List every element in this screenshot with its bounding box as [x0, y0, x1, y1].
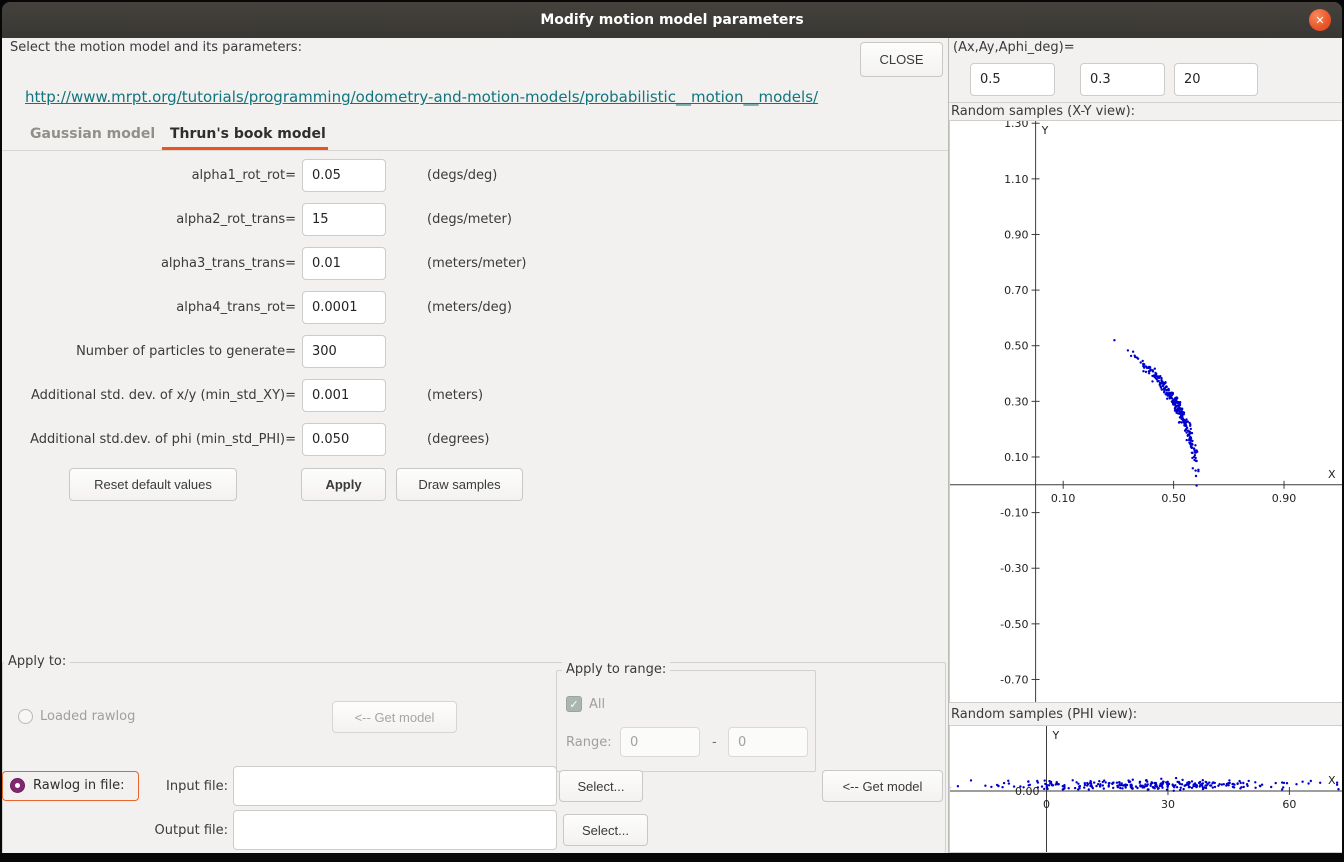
param-unit: (meters) — [427, 388, 483, 403]
x-tick-label: 60 — [1282, 798, 1296, 811]
param-label: Additional std. dev. of x/y (min_std_XY)… — [2, 388, 296, 403]
param-label: alpha1_rot_rot= — [2, 168, 296, 183]
apply-button[interactable]: Apply — [301, 468, 386, 501]
xy-plot-title: Random samples (X-Y view): — [951, 104, 1135, 120]
x-tick-label: 0.10 — [1051, 492, 1076, 505]
alpha4-input[interactable] — [302, 291, 386, 324]
tabbar-divider — [2, 150, 948, 151]
get-model-bottom-button[interactable]: <-- Get model — [822, 770, 943, 802]
form-row: Additional std.dev. of phi (min_std_PHI)… — [2, 423, 622, 456]
y-tick-label: 0.10 — [1004, 451, 1029, 464]
alpha1-input[interactable] — [302, 159, 386, 192]
y-tick-label: 0.30 — [1004, 395, 1029, 408]
param-label: alpha4_trans_rot= — [2, 300, 296, 315]
range-label: Range: — [566, 735, 612, 751]
y-tick-label: 0.90 — [1004, 228, 1029, 241]
x-tick-label: 0 — [1043, 798, 1050, 811]
y-tick-label: -0.70 — [1000, 673, 1028, 686]
y-tick-label: 0.50 — [1004, 340, 1029, 353]
xy-plot-canvas[interactable]: 0.10 0.50 0.90 1.30 1.10 0.90 0.70 0.50 0.30 0.10… — [949, 120, 1342, 703]
draw-samples-button[interactable]: Draw samples — [396, 468, 523, 501]
all-label: All — [589, 697, 605, 713]
pose-label: (Ax,Ay,Aphi_deg)= — [953, 40, 1075, 56]
param-unit: (degrees) — [427, 432, 489, 447]
apply-to-legend: Apply to: — [4, 654, 70, 670]
min-std-phi-input[interactable] — [302, 423, 386, 456]
param-unit: (degs/meter) — [427, 212, 512, 227]
min-std-xy-input[interactable] — [302, 379, 386, 412]
close-window-button[interactable]: ✕ — [1309, 9, 1331, 31]
output-file-label: Output file: — [132, 823, 228, 839]
y-axis-label: Y — [1041, 124, 1049, 137]
param-unit: (meters/deg) — [427, 300, 512, 315]
tutorial-link[interactable]: http://www.mrpt.org/tutorials/programmin… — [25, 88, 818, 106]
get-model-top-button[interactable]: <-- Get model — [332, 701, 457, 733]
form-row: alpha1_rot_rot= (degs/deg) — [2, 159, 622, 192]
form-row: alpha4_trans_rot= (meters/deg) — [2, 291, 622, 324]
y-axis-label: Y — [1052, 729, 1060, 742]
window-title: Modify motion model parameters — [540, 12, 803, 28]
y-tick-label: 0.00 — [1015, 785, 1040, 798]
rawlog-in-file-label: Rawlog in file: — [33, 778, 124, 794]
titlebar: Modify motion model parameters ✕ — [2, 2, 1342, 38]
close-icon: ✕ — [1315, 14, 1324, 27]
select-input-file-button[interactable]: Select... — [559, 770, 643, 802]
output-file-input[interactable] — [233, 810, 557, 850]
plot-background — [950, 121, 1342, 702]
param-label: alpha2_rot_trans= — [2, 212, 296, 227]
x-axis-label: X — [1328, 774, 1336, 787]
x-tick-label: 30 — [1161, 798, 1175, 811]
y-tick-label: 1.30 — [1004, 120, 1029, 130]
loaded-rawlog-label: Loaded rawlog — [40, 709, 135, 725]
pose-x-input[interactable] — [970, 63, 1055, 96]
param-unit: (degs/deg) — [427, 168, 497, 183]
x-tick-label: 0.50 — [1161, 492, 1186, 505]
y-tick-label: -0.30 — [1000, 562, 1028, 575]
form-row: Additional std. dev. of x/y (min_std_XY)… — [2, 379, 622, 412]
all-checkbox[interactable]: ✓ — [566, 696, 582, 712]
param-label: Number of particles to generate= — [2, 344, 296, 359]
alpha3-input[interactable] — [302, 247, 386, 280]
rawlog-in-file-radio[interactable] — [10, 778, 25, 793]
select-output-file-button[interactable]: Select... — [563, 814, 648, 846]
param-label: Additional std.dev. of phi (min_std_PHI)… — [2, 432, 296, 447]
y-tick-label: 0.70 — [1004, 284, 1029, 297]
form-row: alpha2_rot_trans= (degs/meter) — [2, 203, 622, 236]
range-from-input[interactable] — [620, 727, 700, 757]
tab-active-underline — [162, 147, 328, 150]
x-axis-label: X — [1328, 468, 1336, 481]
close-button[interactable]: CLOSE — [860, 42, 943, 77]
prompt-text: Select the motion model and its paramete… — [10, 40, 302, 56]
form-row: alpha3_trans_trans= (meters/meter) — [2, 247, 622, 280]
y-tick-label: 1.10 — [1004, 173, 1029, 186]
form-row: Number of particles to generate= — [2, 335, 622, 368]
input-file-label: Input file: — [132, 779, 228, 795]
particles-input[interactable] — [302, 335, 386, 368]
tab-gaussian-model[interactable]: Gaussian model — [30, 126, 155, 142]
phi-plot-title: Random samples (PHI view): — [951, 707, 1137, 723]
y-tick-label: -0.50 — [1000, 618, 1028, 631]
phi-plot-canvas[interactable]: 0 30 60 0.00 Y X — [949, 725, 1342, 853]
range-dash: - — [712, 735, 717, 751]
x-tick-label: 0.90 — [1272, 492, 1297, 505]
param-unit: (meters/meter) — [427, 256, 527, 271]
input-file-input[interactable] — [233, 766, 557, 806]
alpha2-input[interactable] — [302, 203, 386, 236]
y-tick-label: -0.10 — [1000, 507, 1028, 520]
range-to-input[interactable] — [728, 727, 808, 757]
dialog-body: Select the motion model and its paramete… — [2, 38, 1342, 853]
reset-default-button[interactable]: Reset default values — [69, 468, 237, 501]
loaded-rawlog-radio[interactable] — [18, 709, 33, 724]
pose-phi-input[interactable] — [1174, 63, 1258, 96]
pose-y-input[interactable] — [1080, 63, 1165, 96]
param-label: alpha3_trans_trans= — [2, 256, 296, 271]
apply-to-range-legend: Apply to range: — [562, 662, 670, 678]
tab-thrun-model[interactable]: Thrun's book model — [170, 126, 326, 142]
check-icon: ✓ — [569, 698, 578, 711]
